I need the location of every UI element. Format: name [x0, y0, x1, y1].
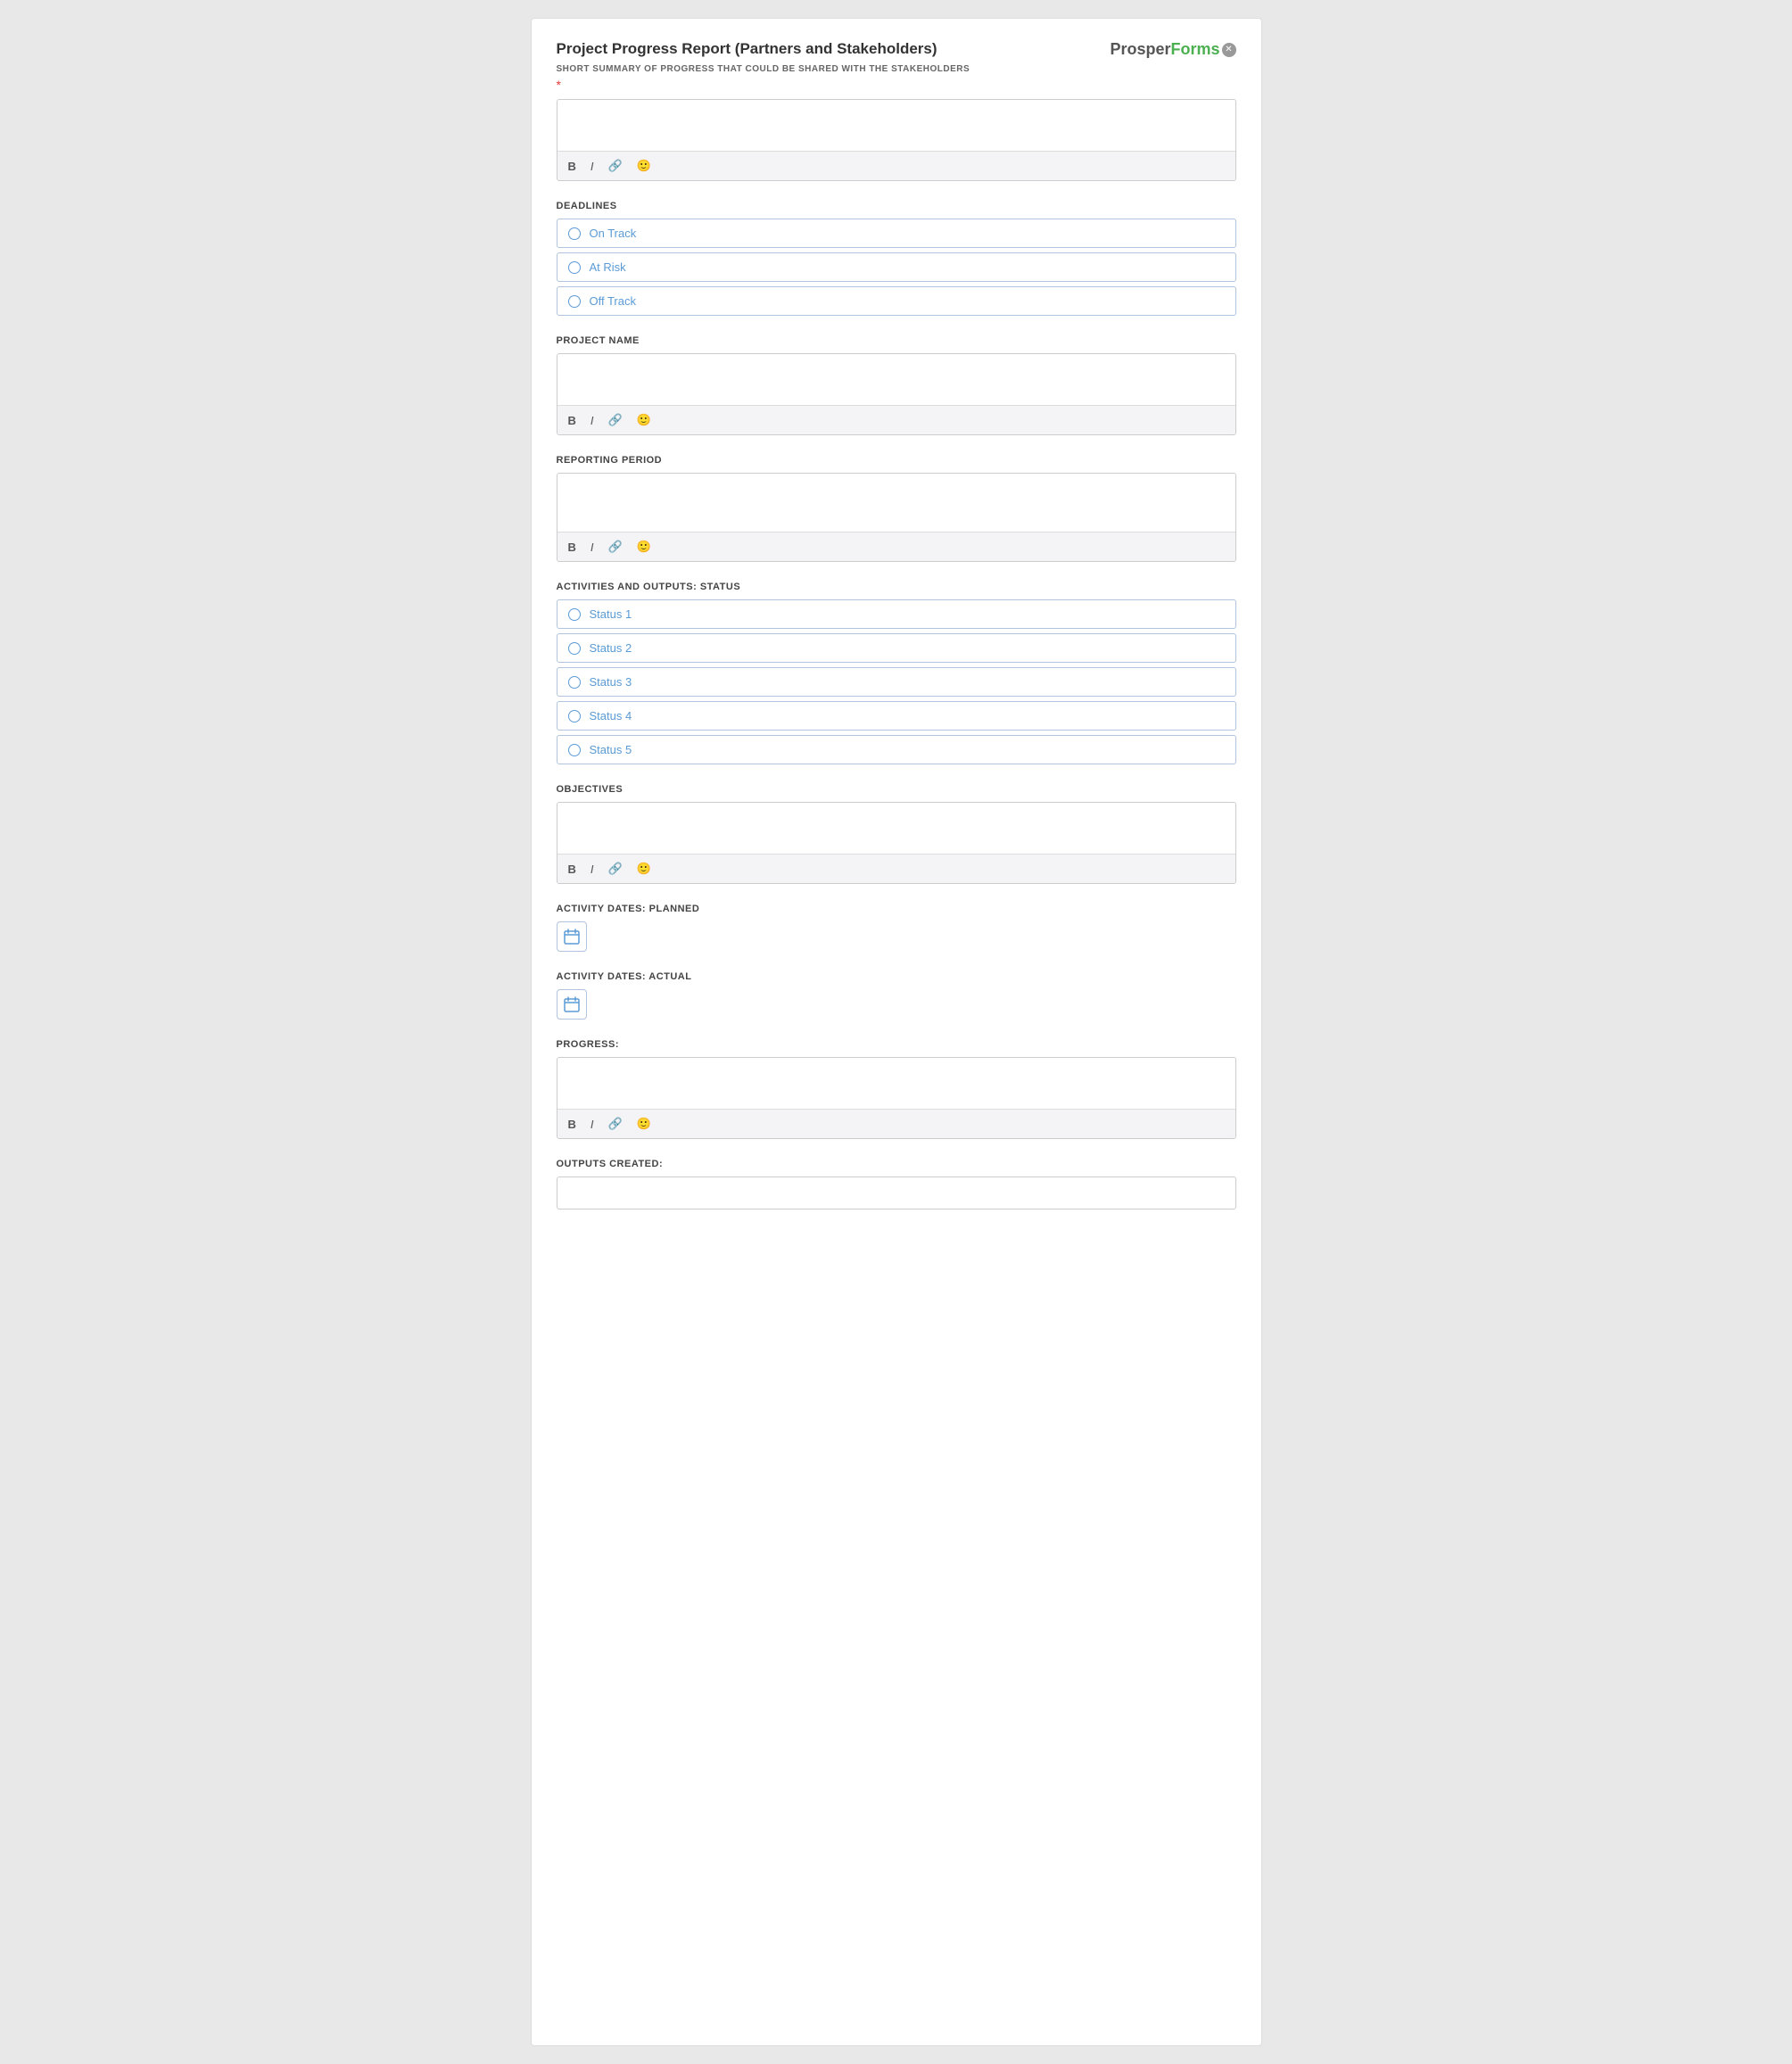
- progress-label: PROGRESS:: [557, 1039, 1236, 1050]
- planned-date-picker-button[interactable]: [557, 921, 587, 952]
- required-indicator: *: [557, 78, 1236, 92]
- project-name-editor: B I 🔗 🙂: [557, 353, 1236, 435]
- objectives-editor: B I 🔗 🙂: [557, 802, 1236, 884]
- status-option-3[interactable]: Status 3: [557, 667, 1236, 697]
- rp-bold-button[interactable]: B: [565, 539, 580, 556]
- prog-italic-button[interactable]: I: [587, 1116, 598, 1133]
- radio-off-track[interactable]: [568, 295, 581, 308]
- outputs-created-section: OUTPUTS CREATED:: [557, 1159, 1236, 1210]
- bold-button[interactable]: B: [565, 158, 580, 175]
- link-button[interactable]: 🔗: [605, 157, 626, 175]
- italic-button[interactable]: I: [587, 158, 598, 175]
- progress-toolbar: B I 🔗 🙂: [557, 1109, 1235, 1138]
- deadlines-radio-group: On Track At Risk Off Track: [557, 219, 1236, 316]
- progress-editor: B I 🔗 🙂: [557, 1057, 1236, 1139]
- prog-emoji-button[interactable]: 🙂: [633, 1115, 655, 1133]
- objectives-toolbar: B I 🔗 🙂: [557, 854, 1235, 883]
- radio-status-2[interactable]: [568, 642, 581, 655]
- reporting-period-section: REPORTING PERIOD B I 🔗 🙂: [557, 455, 1236, 562]
- rp-emoji-button[interactable]: 🙂: [633, 538, 655, 556]
- obj-bold-button[interactable]: B: [565, 861, 580, 878]
- obj-emoji-button[interactable]: 🙂: [633, 860, 655, 878]
- obj-italic-button[interactable]: I: [587, 861, 598, 878]
- deadlines-section: DEADLINES On Track At Risk Off Track: [557, 201, 1236, 316]
- radio-at-risk[interactable]: [568, 261, 581, 274]
- summary-toolbar: B I 🔗 🙂: [557, 151, 1235, 180]
- project-name-section: PROJECT NAME B I 🔗 🙂: [557, 335, 1236, 435]
- pn-emoji-button[interactable]: 🙂: [633, 411, 655, 429]
- rp-link-button[interactable]: 🔗: [605, 538, 626, 556]
- pn-italic-button[interactable]: I: [587, 412, 598, 429]
- progress-input[interactable]: [557, 1058, 1235, 1104]
- progress-section: PROGRESS: B I 🔗 🙂: [557, 1039, 1236, 1139]
- outputs-created-label: OUTPUTS CREATED:: [557, 1159, 1236, 1169]
- activities-status-radio-group: Status 1 Status 2 Status 3 Status 4 Stat…: [557, 599, 1236, 764]
- radio-on-track[interactable]: [568, 227, 581, 240]
- status-option-1[interactable]: Status 1: [557, 599, 1236, 629]
- pn-bold-button[interactable]: B: [565, 412, 580, 429]
- status-option-5[interactable]: Status 5: [557, 735, 1236, 764]
- project-name-toolbar: B I 🔗 🙂: [557, 405, 1235, 434]
- close-icon[interactable]: ✕: [1222, 43, 1236, 57]
- deadlines-label: DEADLINES: [557, 201, 1236, 211]
- deadline-option-on-track[interactable]: On Track: [557, 219, 1236, 248]
- form-title: Project Progress Report (Partners and St…: [557, 40, 937, 58]
- objectives-input[interactable]: [557, 803, 1235, 849]
- summary-input[interactable]: [557, 100, 1235, 146]
- prog-bold-button[interactable]: B: [565, 1116, 580, 1133]
- radio-status-3[interactable]: [568, 676, 581, 689]
- radio-status-1[interactable]: [568, 608, 581, 621]
- objectives-label: OBJECTIVES: [557, 784, 1236, 795]
- form-header: Project Progress Report (Partners and St…: [557, 40, 1236, 59]
- project-name-label: PROJECT NAME: [557, 335, 1236, 346]
- deadline-option-off-track[interactable]: Off Track: [557, 286, 1236, 316]
- emoji-button[interactable]: 🙂: [633, 157, 655, 175]
- reporting-period-label: REPORTING PERIOD: [557, 455, 1236, 466]
- activities-status-section: ACTIVITIES AND OUTPUTS: STATUS Status 1 …: [557, 582, 1236, 764]
- reporting-period-input[interactable]: [557, 474, 1235, 527]
- summary-section: B I 🔗 🙂: [557, 99, 1236, 181]
- form-container: Project Progress Report (Partners and St…: [531, 18, 1262, 2046]
- status-option-2[interactable]: Status 2: [557, 633, 1236, 663]
- prog-link-button[interactable]: 🔗: [605, 1115, 626, 1133]
- activity-dates-actual-section: ACTIVITY DATES: ACTUAL: [557, 971, 1236, 1020]
- rp-italic-button[interactable]: I: [587, 539, 598, 556]
- brand-logo: Prosper Forms ✕: [1110, 40, 1235, 59]
- reporting-period-toolbar: B I 🔗 🙂: [557, 532, 1235, 561]
- deadline-option-at-risk[interactable]: At Risk: [557, 252, 1236, 282]
- form-subtitle: SHORT SUMMARY OF PROGRESS THAT COULD BE …: [557, 64, 1236, 74]
- obj-link-button[interactable]: 🔗: [605, 860, 626, 878]
- project-name-input[interactable]: [557, 354, 1235, 400]
- activity-dates-actual-label: ACTIVITY DATES: ACTUAL: [557, 971, 1236, 982]
- outputs-created-input[interactable]: [557, 1176, 1236, 1210]
- status-option-4[interactable]: Status 4: [557, 701, 1236, 731]
- summary-editor: B I 🔗 🙂: [557, 99, 1236, 181]
- radio-status-5[interactable]: [568, 744, 581, 756]
- actual-date-picker-button[interactable]: [557, 989, 587, 1020]
- activity-dates-planned-label: ACTIVITY DATES: PLANNED: [557, 904, 1236, 914]
- pn-link-button[interactable]: 🔗: [605, 411, 626, 429]
- objectives-section: OBJECTIVES B I 🔗 🙂: [557, 784, 1236, 884]
- radio-status-4[interactable]: [568, 710, 581, 722]
- activities-status-label: ACTIVITIES AND OUTPUTS: STATUS: [557, 582, 1236, 592]
- activity-dates-planned-section: ACTIVITY DATES: PLANNED: [557, 904, 1236, 952]
- reporting-period-editor: B I 🔗 🙂: [557, 473, 1236, 562]
